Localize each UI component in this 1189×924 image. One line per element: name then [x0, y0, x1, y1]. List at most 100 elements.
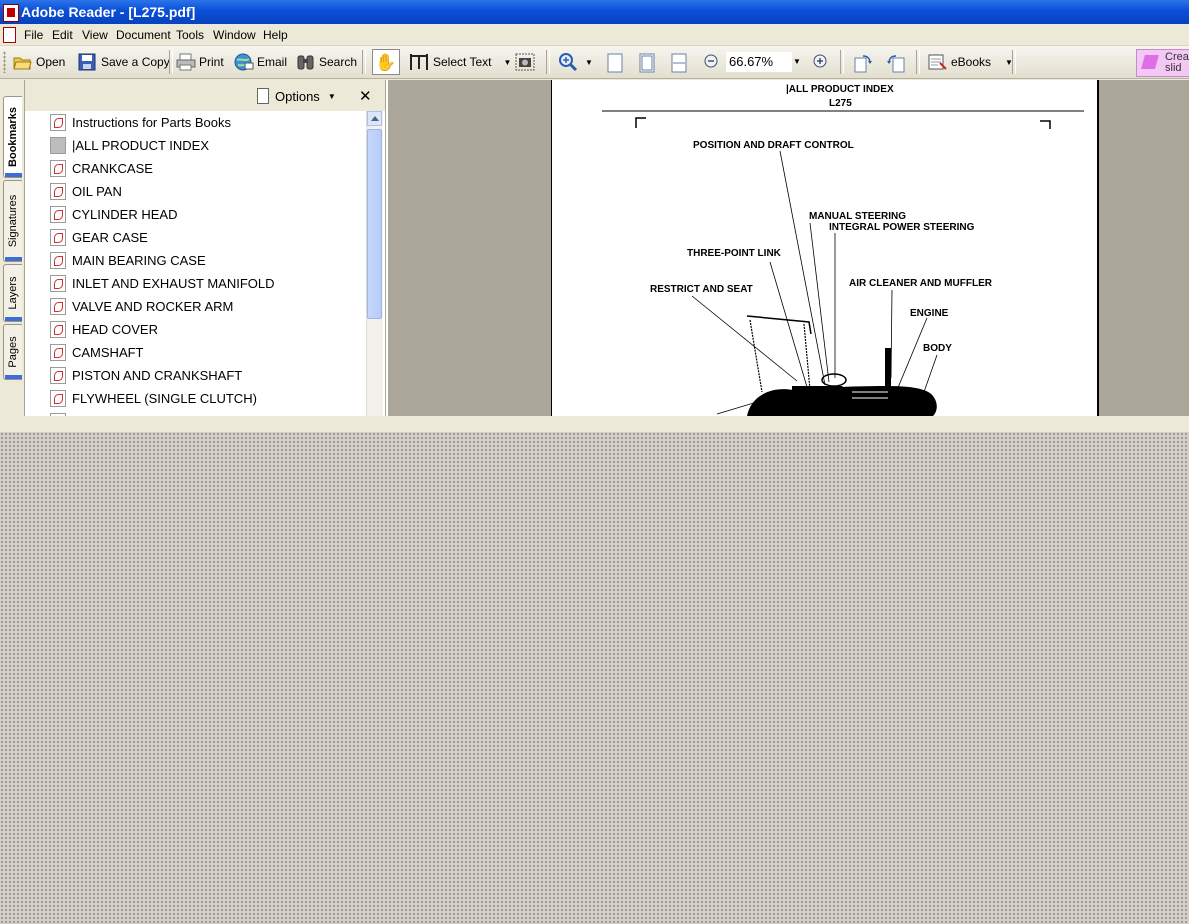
- select-text-button[interactable]: Select Text ▼: [410, 51, 511, 73]
- pdf-bookmark-icon: [50, 252, 66, 269]
- close-panel-icon[interactable]: ✕: [359, 87, 372, 105]
- zoom-out-button[interactable]: [703, 51, 726, 73]
- zoom-in-tool-button[interactable]: ▼: [558, 51, 593, 73]
- pdf-bookmark-icon: [50, 321, 66, 338]
- pdf-page[interactable]: |ALL PRODUCT INDEX L275 POSITION AND DRA…: [551, 80, 1099, 416]
- zoom-in-button[interactable]: [812, 51, 835, 73]
- magnifier-icon: [558, 53, 578, 72]
- menu-window[interactable]: Window: [213, 28, 256, 42]
- ebooks-button[interactable]: eBooks ▼: [928, 51, 1013, 73]
- snapshot-tool-button[interactable]: [515, 51, 538, 73]
- bookmark-item[interactable]: CYLINDER HEAD: [30, 203, 365, 226]
- tab-layers[interactable]: Layers: [3, 264, 22, 322]
- chevron-down-icon[interactable]: ▼: [585, 58, 593, 67]
- bookmark-label: OIL PAN: [72, 184, 122, 199]
- search-button[interactable]: Search: [296, 51, 357, 73]
- bookmark-item[interactable]: CRANKCASE: [30, 157, 365, 180]
- print-label: Print: [199, 55, 224, 69]
- menu-document[interactable]: Document: [116, 28, 171, 42]
- scrollbar-thumb[interactable]: [367, 129, 382, 319]
- bookmark-label: HEAD COVER: [72, 322, 158, 337]
- bookmark-item[interactable]: VALVE AND ROCKER ARM: [30, 295, 365, 318]
- bookmark-item[interactable]: FLYWHEEL (SINGLE CLUTCH): [30, 387, 365, 410]
- zoom-dropdown-chevron-down-icon[interactable]: ▼: [793, 57, 801, 66]
- callout-integral-power-steering: INTEGRAL POWER STEERING: [829, 222, 975, 233]
- create-slideshow-button[interactable]: Crea slid: [1136, 49, 1189, 77]
- bookmark-item[interactable]: GEAR CASE: [30, 226, 365, 249]
- tab-signatures[interactable]: Signatures: [3, 180, 22, 262]
- bookmark-item[interactable]: MAIN BEARING CASE: [30, 249, 365, 272]
- options-button[interactable]: Options ▼: [257, 88, 336, 104]
- tab-pages[interactable]: Pages: [3, 324, 22, 380]
- fit-page-button[interactable]: [638, 51, 661, 73]
- tab-layers-label: Layers: [7, 276, 19, 310]
- pdf-bookmark-icon: [50, 413, 66, 416]
- rotate-clockwise-icon: [853, 53, 872, 73]
- actual-size-button[interactable]: [606, 51, 629, 73]
- hand-icon: ✋: [375, 52, 397, 72]
- email-button[interactable]: Email: [234, 51, 287, 73]
- tab-layers-accent: [5, 317, 22, 321]
- select-text-icon: [410, 53, 428, 71]
- bookmark-item[interactable]: OIL PAN: [30, 180, 365, 203]
- toolbar-grip[interactable]: [3, 51, 6, 73]
- bookmark-item[interactable]: INLET AND EXHAUST MANIFOLD: [30, 272, 365, 295]
- open-label: Open: [36, 55, 66, 69]
- email-globe-icon: [234, 53, 254, 71]
- bookmark-item[interactable]: CAMSHAFT: [30, 341, 365, 364]
- zoom-out-minus-icon: [703, 53, 721, 71]
- tab-pages-label: Pages: [7, 336, 19, 368]
- bookmarks-scrollbar[interactable]: [366, 111, 383, 416]
- rotate-clockwise-button[interactable]: [853, 51, 876, 73]
- zoom-level-input[interactable]: 66.67%: [726, 52, 792, 72]
- camera-icon: [515, 53, 535, 71]
- hand-tool-button[interactable]: ✋: [372, 49, 400, 75]
- toolbar-separator: [546, 50, 550, 74]
- bookmark-label: CAMSHAFT: [72, 345, 144, 360]
- rotate-counterclockwise-icon: [886, 53, 905, 73]
- email-label: Email: [257, 55, 288, 69]
- menu-tools[interactable]: Tools: [176, 28, 204, 42]
- tab-pages-accent: [5, 375, 22, 379]
- rotate-counterclockwise-button[interactable]: [886, 51, 909, 73]
- pdf-bookmark-icon: [50, 344, 66, 361]
- chevron-down-icon[interactable]: ▼: [503, 58, 511, 67]
- ebooks-icon: [928, 53, 947, 71]
- fit-width-button[interactable]: [670, 51, 693, 73]
- pdf-bookmark-icon: [50, 206, 66, 223]
- bookmark-item[interactable]: PISTON AND CRANKSHAFT: [30, 364, 365, 387]
- tab-bookmarks[interactable]: Bookmarks: [3, 96, 22, 178]
- pdf-bookmark-icon: [50, 275, 66, 292]
- callout-manual-steering: MANUAL STEERING: [809, 211, 907, 222]
- bookmarks-panel: Options ▼ ✕ Instructions for Parts Books…: [25, 80, 386, 416]
- save-disk-icon: [78, 53, 96, 71]
- bookmark-label: |ALL PRODUCT INDEX: [72, 138, 210, 153]
- bookmark-label: GEAR CASE: [72, 230, 148, 245]
- blank-bookmark-icon: [50, 137, 66, 154]
- bookmark-item[interactable]: HEAD COVER: [30, 318, 365, 341]
- bookmark-item-partial[interactable]: [30, 410, 365, 416]
- callout-body: BODY: [923, 343, 952, 354]
- callout-position-draft: POSITION AND DRAFT CONTROL: [693, 140, 854, 151]
- callout-restrict-seat: RESTRICT AND SEAT: [650, 284, 753, 295]
- menu-file[interactable]: File: [24, 28, 43, 42]
- print-button[interactable]: Print: [176, 51, 224, 73]
- bookmarks-list: Instructions for Parts Books |ALL PRODUC…: [30, 111, 365, 416]
- bookmark-item[interactable]: Instructions for Parts Books: [30, 111, 365, 134]
- bookmark-label: MAIN BEARING CASE: [72, 253, 206, 268]
- open-button[interactable]: Open: [13, 51, 65, 73]
- tractor-diagram: [602, 110, 1084, 416]
- fit-page-icon: [638, 53, 656, 73]
- tab-bookmarks-accent: [5, 173, 22, 177]
- save-copy-label: Save a Copy: [101, 55, 170, 69]
- menu-edit[interactable]: Edit: [52, 28, 73, 42]
- menu-help[interactable]: Help: [263, 28, 288, 42]
- bookmark-item[interactable]: |ALL PRODUCT INDEX: [30, 134, 365, 157]
- menu-view[interactable]: View: [82, 28, 108, 42]
- window-title: Adobe Reader - [L275.pdf]: [21, 4, 196, 20]
- save-copy-button[interactable]: Save a Copy: [78, 51, 170, 73]
- scroll-up-arrow-icon[interactable]: [367, 111, 382, 126]
- create-slide-icon: [1141, 55, 1159, 69]
- document-menu-icon[interactable]: [3, 27, 16, 43]
- toolbar-separator: [916, 50, 920, 74]
